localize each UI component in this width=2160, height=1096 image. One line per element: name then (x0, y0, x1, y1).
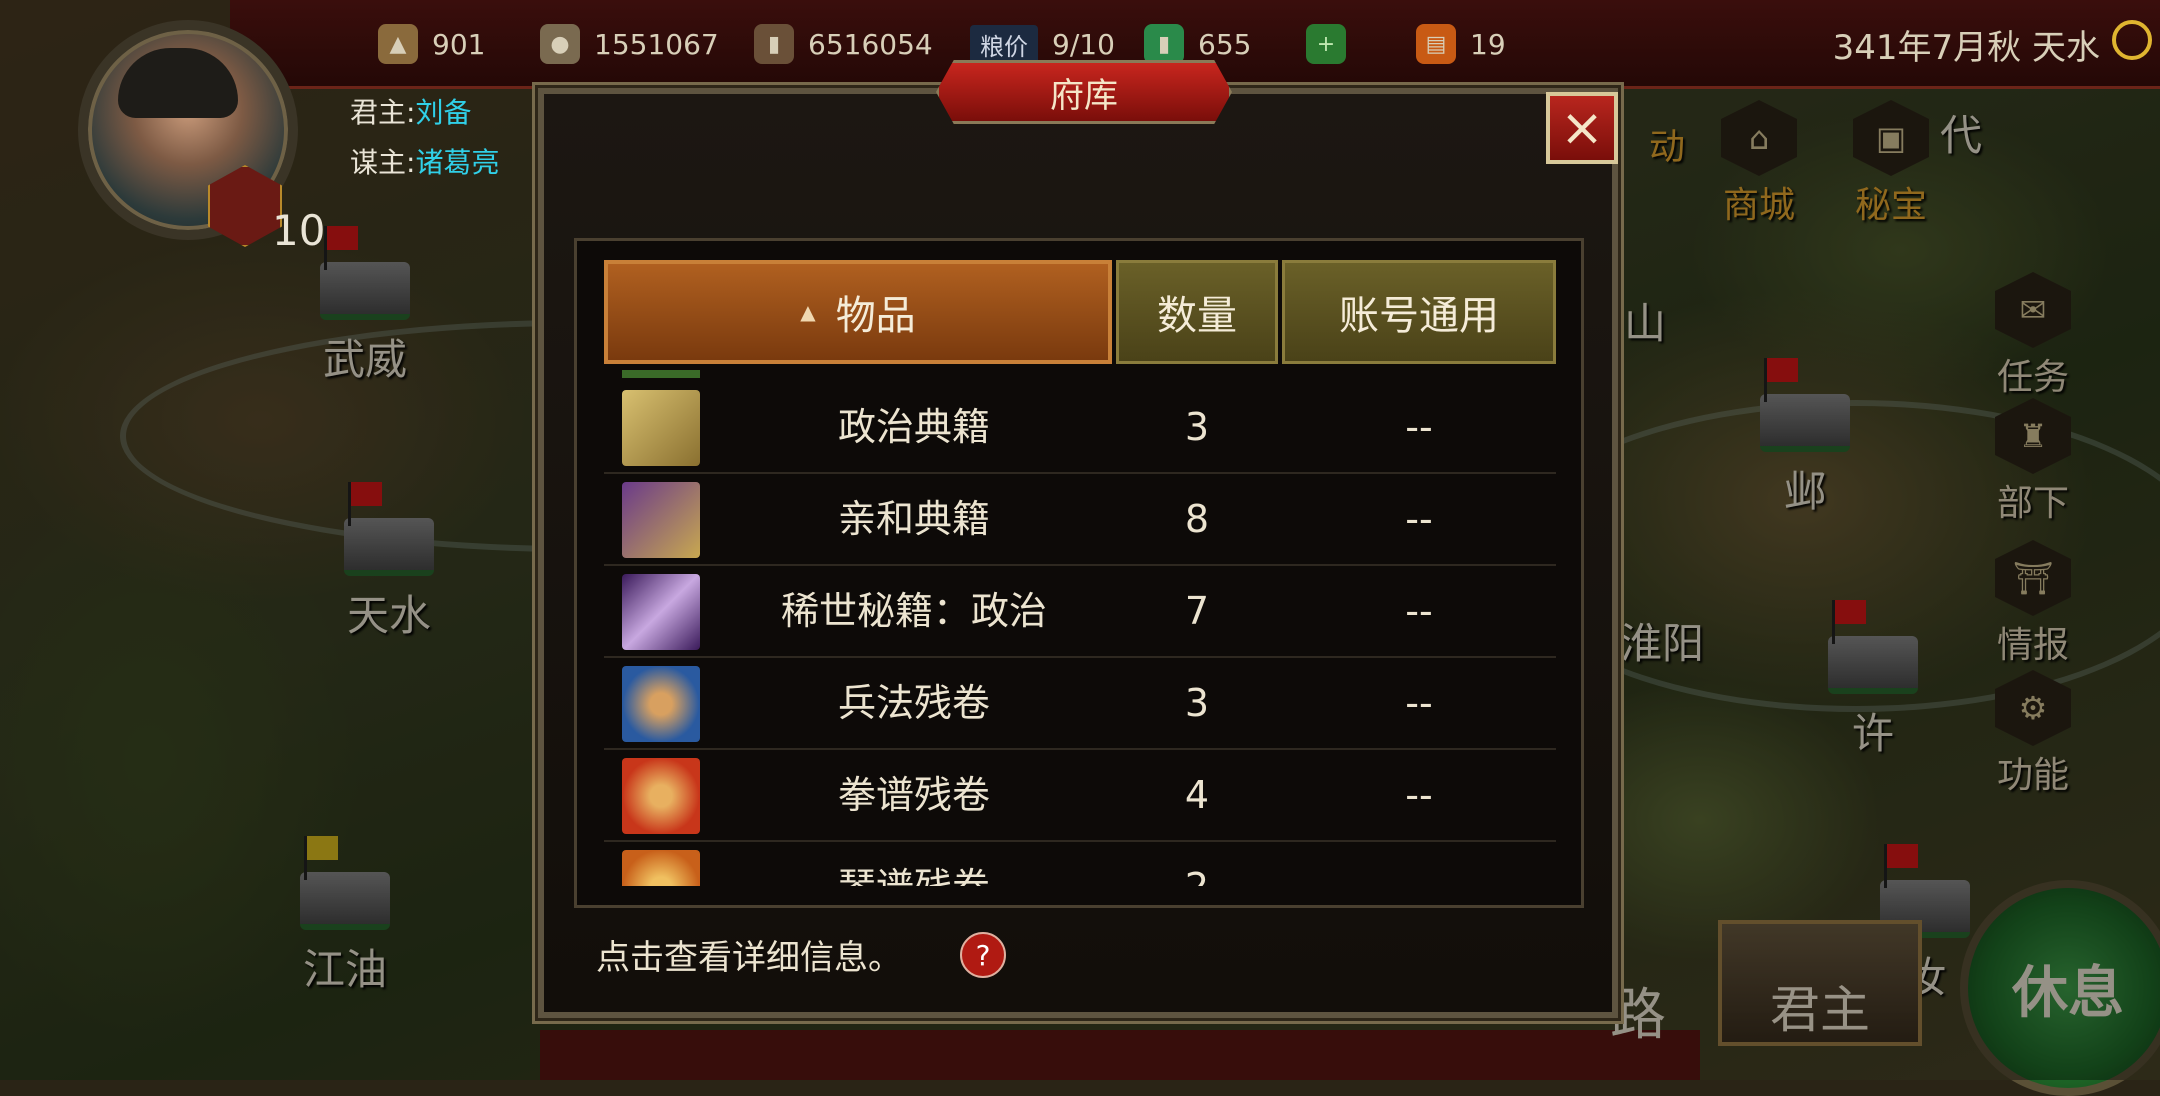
column-header-account[interactable]: 账号通用 (1282, 260, 1556, 364)
item-account-shared: -- (1405, 405, 1433, 449)
item-list[interactable]: 政治典籍 3 -- 亲和典籍 8 -- 稀世秘籍：政治 7 -- 兵法残卷 3 … (604, 370, 1556, 886)
resource-value: 6516054 (808, 27, 933, 61)
partial-item-icon (622, 370, 700, 378)
item-name: 稀世秘籍：政治 (780, 589, 1047, 633)
item-account-shared: -- (1405, 773, 1433, 817)
sort-ascending-icon: ▲ (800, 300, 816, 324)
coin-icon: ● (540, 24, 580, 64)
grain-price-label: 粮价 (970, 24, 1038, 64)
wood-icon: ▮ (754, 24, 794, 64)
resource-value: 1551067 (594, 27, 719, 61)
close-icon: × (1560, 98, 1604, 158)
add-resource-button[interactable]: + (1306, 22, 1346, 66)
column-label: 账号通用 (1339, 293, 1499, 339)
scroll-icon: ▤ (1416, 24, 1456, 64)
item-account-shared: -- (1282, 842, 1556, 886)
item-name: 亲和典籍 (837, 497, 990, 541)
resource-wood[interactable]: ▮ 6516054 (754, 22, 933, 66)
close-button[interactable]: × (1546, 92, 1618, 164)
table-row[interactable]: 政治典籍 3 -- (604, 382, 1556, 474)
column-label: 物品 (835, 293, 916, 339)
signal-icon[interactable] (2112, 20, 2152, 60)
item-name: 兵法残卷 (837, 681, 990, 725)
resource-scroll[interactable]: ▤ 19 (1416, 22, 1506, 66)
resource-jade[interactable]: ▮ 655 (1144, 22, 1251, 66)
item-account-shared: -- (1405, 681, 1433, 725)
column-label: 数量 (1157, 293, 1237, 339)
game-date: 341年7月秋 天水 (1832, 28, 2100, 68)
help-button[interactable]: ? (960, 932, 1006, 978)
book-icon (622, 390, 700, 466)
avatar (118, 48, 238, 118)
item-name: 琴谱残卷 (714, 842, 1114, 886)
table-row[interactable]: 拳谱残卷 4 -- (604, 750, 1556, 842)
lord-label: 君主: (350, 96, 416, 129)
jade-icon: ▮ (1144, 24, 1184, 64)
advisor-label: 谋主: (350, 146, 416, 179)
hint-text: 点击查看详细信息。 (596, 938, 902, 978)
item-quantity: 3 (1184, 405, 1210, 449)
table-row[interactable]: 琴谱残卷 2 -- (604, 842, 1556, 886)
item-name: 拳谱残卷 (837, 773, 990, 817)
column-header-quantity[interactable]: 数量 (1116, 260, 1278, 364)
item-quantity: 7 (1184, 589, 1210, 633)
player-level: 10 (272, 206, 326, 255)
scroll-red-icon (622, 758, 700, 834)
table-row[interactable]: 亲和典籍 8 -- (604, 474, 1556, 566)
question-mark-icon: ? (975, 938, 991, 972)
resource-grain[interactable]: ▲ 901 (378, 22, 485, 66)
item-account-shared: -- (1405, 497, 1433, 541)
scroll-orange-icon (622, 850, 700, 886)
resource-value: 655 (1198, 27, 1252, 61)
scroll-purple-icon (622, 574, 700, 650)
book-purple-icon (622, 482, 700, 558)
resource-coin[interactable]: ● 1551067 (540, 22, 719, 66)
item-quantity: 4 (1184, 773, 1210, 817)
plus-icon: + (1306, 24, 1346, 64)
ruler-info: 君主:刘备 谋主:诸葛亮 (350, 88, 499, 188)
item-quantity: 8 (1184, 497, 1210, 541)
resource-value: 901 (432, 27, 486, 61)
scroll-blue-icon (622, 666, 700, 742)
resource-value: 19 (1470, 27, 1506, 61)
lord-name: 刘备 (415, 96, 472, 129)
advisor-name: 诸葛亮 (415, 146, 500, 179)
item-account-shared: -- (1405, 589, 1433, 633)
column-header-item[interactable]: ▲ 物品 (604, 260, 1112, 364)
item-quantity: 3 (1184, 681, 1210, 725)
item-quantity: 2 (1116, 842, 1278, 886)
table-row[interactable]: 兵法残卷 3 -- (604, 658, 1556, 750)
grain-sack-icon: ▲ (378, 24, 418, 64)
table-row[interactable]: 稀世秘籍：政治 7 -- (604, 566, 1556, 658)
item-name: 政治典籍 (837, 405, 990, 449)
resource-value: 9/10 (1052, 27, 1115, 61)
resource-grain-price[interactable]: 粮价 9/10 (970, 22, 1115, 66)
dialog-title: 府库 (936, 60, 1232, 124)
